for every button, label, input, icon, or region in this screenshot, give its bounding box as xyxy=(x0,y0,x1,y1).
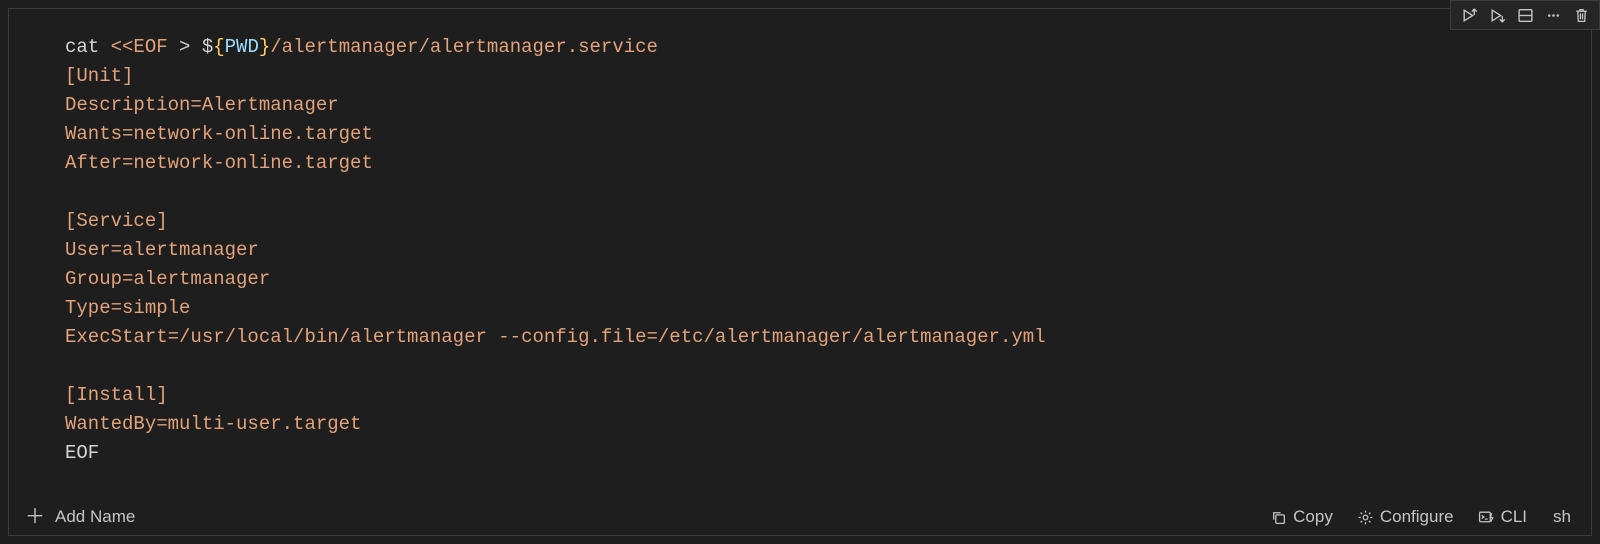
code-token: EOF xyxy=(65,442,99,464)
code-token: cat xyxy=(65,36,111,58)
code-editor[interactable]: cat <<EOF > ${PWD}/alertmanager/alertman… xyxy=(9,9,1591,501)
add-name-label: Add Name xyxy=(55,507,135,527)
code-token: $ xyxy=(202,36,213,58)
configure-label: Configure xyxy=(1380,507,1454,527)
code-token: } xyxy=(259,36,270,58)
more-button[interactable] xyxy=(1539,3,1567,27)
code-token: > xyxy=(168,36,202,58)
play-up-icon xyxy=(1461,7,1478,24)
code-token: PWD xyxy=(225,36,259,58)
cli-button[interactable]: CLI xyxy=(1474,505,1531,529)
run-below-button[interactable] xyxy=(1483,3,1511,27)
run-above-button[interactable] xyxy=(1455,3,1483,27)
split-icon xyxy=(1517,7,1534,24)
trash-icon xyxy=(1573,7,1590,24)
cell-toolbar xyxy=(1450,0,1600,30)
copy-label: Copy xyxy=(1293,507,1333,527)
split-button[interactable] xyxy=(1511,3,1539,27)
code-token: <<EOF xyxy=(111,36,168,58)
heredoc-body: [Unit] Description=Alertmanager Wants=ne… xyxy=(65,65,1046,435)
terminal-bolt-icon xyxy=(1478,509,1495,526)
language-label: sh xyxy=(1553,507,1571,526)
code-token: { xyxy=(213,36,224,58)
cell-bottom-bar: ＋ Add Name Copy Configure xyxy=(9,501,1591,535)
copy-button[interactable]: Copy xyxy=(1266,505,1337,529)
play-down-icon xyxy=(1489,7,1506,24)
add-name-button[interactable]: ＋ Add Name xyxy=(19,505,141,529)
copy-icon xyxy=(1270,509,1287,526)
cli-label: CLI xyxy=(1501,507,1527,527)
configure-button[interactable]: Configure xyxy=(1353,505,1458,529)
gear-icon xyxy=(1357,509,1374,526)
code-token: /alertmanager/alertmanager.service xyxy=(270,36,658,58)
plus-icon: ＋ xyxy=(25,507,45,527)
ellipsis-icon xyxy=(1545,7,1562,24)
code-cell: cat <<EOF > ${PWD}/alertmanager/alertman… xyxy=(8,8,1592,536)
delete-button[interactable] xyxy=(1567,3,1595,27)
language-chip[interactable]: sh xyxy=(1547,505,1577,529)
